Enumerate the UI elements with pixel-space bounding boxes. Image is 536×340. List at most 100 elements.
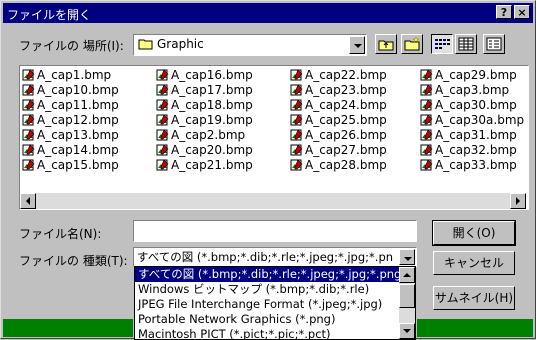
look-in-select[interactable]: Graphic (133, 34, 367, 56)
up-folder-button[interactable] (375, 34, 397, 54)
properties-icon (486, 37, 502, 51)
title-bar[interactable]: ファイルを開く ? × (3, 3, 533, 23)
file-name: A_cap29.bmp (435, 68, 517, 82)
bitmap-file-icon (420, 84, 433, 96)
bitmap-file-icon (420, 129, 433, 141)
file-item[interactable]: A_cap26.bmp (290, 128, 387, 143)
bitmap-file-icon (420, 159, 433, 171)
filetype-dropdown-list[interactable]: すべての図 (*.bmp;*.dib;*.rle;*.jpeg;*.jpg;*.… (134, 266, 416, 340)
file-name: A_cap21.bmp (171, 158, 253, 172)
file-name: A_cap30a.bmp (435, 113, 525, 127)
file-name: A_cap33.bmp (435, 158, 517, 172)
file-column: A_cap1.bmp A_cap10.bmp A_cap11.bmp A_cap12.… (22, 68, 119, 173)
file-name: A_cap11.bmp (37, 98, 119, 112)
bitmap-file-icon (22, 69, 35, 81)
filetype-option[interactable]: Windows ビットマップ (*.bmp;*.dib;*.rle) (135, 282, 415, 297)
scroll-up-button[interactable] (399, 267, 415, 283)
filename-label: ファイル名(N): (19, 227, 102, 241)
file-item[interactable]: A_cap27.bmp (290, 143, 387, 158)
close-button[interactable]: × (514, 5, 530, 19)
bitmap-file-icon (290, 84, 303, 96)
file-name: A_cap1.bmp (37, 68, 112, 82)
file-item[interactable]: A_cap29.bmp (420, 68, 524, 83)
file-name: A_cap10.bmp (37, 83, 119, 97)
scroll-thumb[interactable] (399, 284, 415, 308)
arrow-right-icon (516, 197, 520, 205)
bitmap-file-icon (22, 144, 35, 156)
file-item[interactable]: A_cap13.bmp (22, 128, 119, 143)
filetype-option[interactable]: すべての図 (*.bmp;*.dib;*.rle;*.jpeg;*.jpg;*.… (135, 267, 415, 282)
file-item[interactable]: A_cap1.bmp (22, 68, 119, 83)
file-item[interactable]: A_cap3.bmp (420, 83, 524, 98)
open-button[interactable]: 開く(O) (432, 220, 516, 246)
details-view-button[interactable] (455, 34, 477, 54)
file-item[interactable]: A_cap17.bmp (156, 83, 253, 98)
file-item[interactable]: A_cap11.bmp (22, 98, 119, 113)
file-name: A_cap23.bmp (305, 83, 387, 97)
file-item[interactable]: A_cap19.bmp (156, 113, 253, 128)
file-item[interactable]: A_cap22.bmp (290, 68, 387, 83)
file-list[interactable]: A_cap1.bmp A_cap10.bmp A_cap11.bmp A_cap12.… (19, 65, 529, 210)
file-item[interactable]: A_cap16.bmp (156, 68, 253, 83)
file-item[interactable]: A_cap18.bmp (156, 98, 253, 113)
details-view-icon (458, 37, 474, 51)
scroll-left-button[interactable] (20, 193, 36, 209)
bitmap-file-icon (290, 69, 303, 81)
properties-button[interactable] (483, 34, 505, 54)
bitmap-file-icon (420, 114, 433, 126)
look-in-label: ファイルの 場所(I): (19, 39, 124, 53)
dropdown-scrollbar[interactable] (399, 267, 415, 339)
file-name: A_cap32.bmp (435, 143, 517, 157)
bitmap-file-icon (156, 69, 169, 81)
file-item[interactable]: A_cap12.bmp (22, 113, 119, 128)
filetype-dropdown-button[interactable] (399, 249, 415, 265)
file-column: A_cap16.bmp A_cap17.bmp A_cap18.bmp A_cap19… (156, 68, 253, 173)
file-item[interactable]: A_cap10.bmp (22, 83, 119, 98)
up-folder-icon (378, 40, 394, 51)
new-folder-button[interactable] (401, 34, 423, 54)
file-item[interactable]: A_cap14.bmp (22, 143, 119, 158)
file-item[interactable]: A_cap30.bmp (420, 98, 524, 113)
file-item[interactable]: A_cap25.bmp (290, 113, 387, 128)
file-item[interactable]: A_cap28.bmp (290, 158, 387, 173)
new-folder-icon (404, 36, 420, 51)
file-name: A_cap18.bmp (171, 98, 253, 112)
help-button[interactable]: ? (496, 5, 512, 19)
bitmap-file-icon (22, 114, 35, 126)
thumbnail-button[interactable]: サムネイル(H) (433, 286, 515, 310)
filetype-option[interactable]: Macintosh PICT (*.pict;*.pic;*.pct) (135, 327, 415, 339)
file-name: A_cap14.bmp (37, 143, 119, 157)
file-item[interactable]: A_cap30a.bmp (420, 113, 524, 128)
file-name: A_cap3.bmp (435, 83, 510, 97)
bitmap-file-icon (290, 159, 303, 171)
file-item[interactable]: A_cap2.bmp (156, 128, 253, 143)
filetype-option[interactable]: JPEG File Interchange Format (*.jpeg;*.j… (135, 297, 415, 312)
file-item[interactable]: A_cap33.bmp (420, 158, 524, 173)
open-file-dialog: ファイルを開く ? × ファイルの 場所(I): Graphic A_cap1.… (0, 0, 536, 340)
scroll-down-button[interactable] (399, 323, 415, 339)
bitmap-file-icon (22, 159, 35, 171)
file-name: A_cap17.bmp (171, 83, 253, 97)
filename-input[interactable] (133, 220, 417, 242)
horizontal-scrollbar[interactable] (20, 193, 526, 209)
file-item[interactable]: A_cap24.bmp (290, 98, 387, 113)
filetype-select[interactable]: すべての図 (*.bmp;*.dib;*.rle;*.jpeg;*.jpg;*.… (133, 247, 417, 267)
file-item[interactable]: A_cap20.bmp (156, 143, 253, 158)
file-item[interactable]: A_cap23.bmp (290, 83, 387, 98)
list-view-button[interactable] (431, 34, 453, 54)
bitmap-file-icon (290, 129, 303, 141)
scroll-right-button[interactable] (510, 193, 526, 209)
file-name: A_cap19.bmp (171, 113, 253, 127)
file-item[interactable]: A_cap15.bmp (22, 158, 119, 173)
file-item[interactable]: A_cap31.bmp (420, 128, 524, 143)
look-in-dropdown-button[interactable] (349, 36, 365, 54)
filetype-option[interactable]: Portable Network Graphics (*.png) (135, 312, 415, 327)
cancel-button[interactable]: キャンセル (433, 251, 515, 275)
file-item[interactable]: A_cap32.bmp (420, 143, 524, 158)
bitmap-file-icon (22, 129, 35, 141)
file-item[interactable]: A_cap21.bmp (156, 158, 253, 173)
file-name: A_cap30.bmp (435, 98, 517, 112)
bitmap-file-icon (156, 159, 169, 171)
file-name: A_cap27.bmp (305, 143, 387, 157)
file-name: A_cap2.bmp (171, 128, 246, 142)
